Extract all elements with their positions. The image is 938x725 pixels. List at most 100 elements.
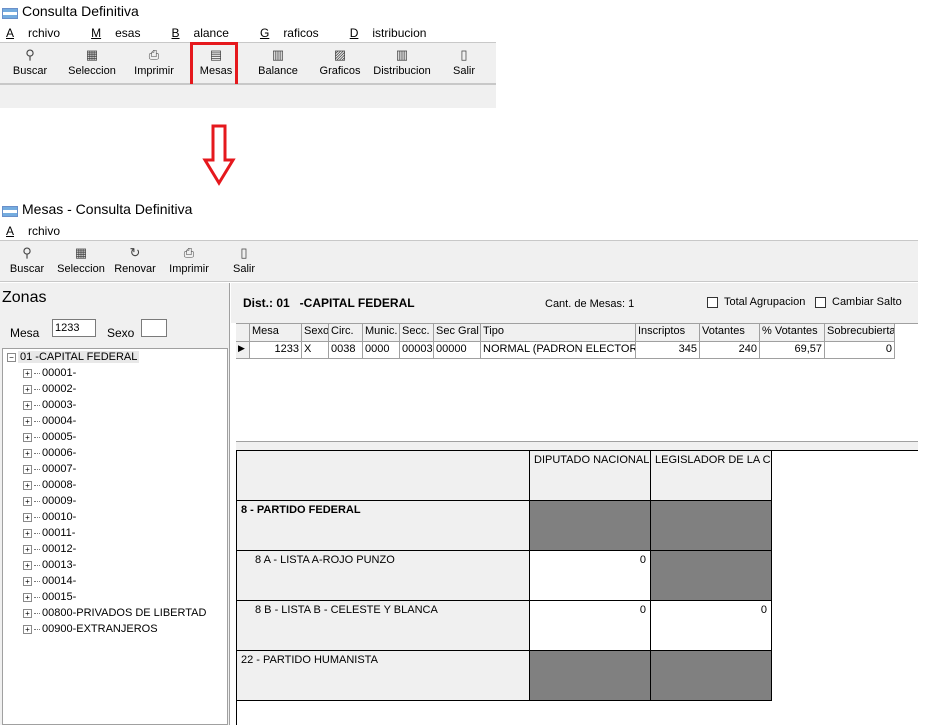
checkbox-icon[interactable] [707, 296, 718, 308]
tree-item[interactable]: +00010- [23, 511, 76, 523]
menu-archivo[interactable]: Archivo [6, 26, 74, 40]
expand-icon[interactable]: + [23, 464, 32, 474]
row-selector[interactable]: ▶ [236, 342, 250, 359]
expand-icon[interactable]: + [23, 576, 32, 586]
menu-graficos[interactable]: Graficos [260, 26, 333, 40]
tree-item[interactable]: +00001- [23, 367, 76, 379]
results-corner-cell [237, 451, 530, 501]
expand-icon[interactable]: + [23, 496, 32, 506]
column-header[interactable]: Munic. [363, 324, 400, 342]
toolbar-salir-button[interactable]: ▯ Salir [448, 43, 480, 79]
column-header[interactable]: Votantes [700, 324, 760, 342]
results-value-cell[interactable]: 0 [651, 601, 772, 651]
sexo-input[interactable] [141, 319, 167, 337]
mesas-window-title: Mesas - Consulta Definitiva [2, 201, 192, 217]
tree-item[interactable]: +00900-EXTRANJEROS [23, 623, 158, 635]
column-header[interactable]: Circ. [329, 324, 363, 342]
mesa-input[interactable] [52, 319, 96, 337]
table-cell[interactable]: 69,57 [760, 342, 825, 359]
toolbar-balance-button[interactable]: ▥ Balance [254, 43, 302, 79]
toolbar-renovar-button[interactable]: ↻ Renovar [112, 241, 158, 277]
results-value-cell[interactable]: 0 [530, 551, 651, 601]
toolbar-imprimir-button[interactable]: ⎙ Imprimir [130, 43, 178, 79]
tree-item[interactable]: +00800-PRIVADOS DE LIBERTAD [23, 607, 206, 619]
column-header[interactable]: Mesa [250, 324, 302, 342]
table-cell[interactable]: 0000 [363, 342, 400, 359]
toolbar-distribucion-button[interactable]: ▥ Distribucion [372, 43, 432, 79]
expand-icon[interactable]: + [23, 384, 32, 394]
table-cell[interactable]: NORMAL (PADRON ELECTORAL [481, 342, 636, 359]
table-cell[interactable]: 00000 [434, 342, 481, 359]
printer-icon: ⎙ [183, 245, 195, 260]
column-header[interactable]: % Votantes [760, 324, 825, 342]
expand-icon[interactable]: + [23, 416, 32, 426]
column-header[interactable]: Sexo [302, 324, 329, 342]
expand-icon[interactable]: + [23, 512, 32, 522]
toolbar-buscar-button[interactable]: ⚲ Buscar [6, 241, 48, 277]
toolbar-graficos-button[interactable]: ▨ Graficos [316, 43, 364, 79]
expand-icon[interactable]: + [23, 480, 32, 490]
menu-mesas[interactable]: Mesas [91, 26, 154, 40]
column-header[interactable]: Inscriptos [636, 324, 700, 342]
cambiar-salto-checkbox[interactable]: Cambiar Salto [815, 296, 902, 308]
tree-item[interactable]: +00003- [23, 399, 76, 411]
tree-item[interactable]: +00012- [23, 543, 76, 555]
results-value-cell[interactable] [530, 651, 651, 701]
tree-connector [34, 500, 40, 502]
top-menubar: Archivo Mesas Balance Graficos Distribuc… [6, 26, 454, 40]
column-header[interactable]: Sec Gral [434, 324, 481, 342]
tree-item[interactable]: +00008- [23, 479, 76, 491]
expand-icon[interactable]: + [23, 368, 32, 378]
tree-item[interactable]: +00013- [23, 559, 76, 571]
column-header[interactable]: Sobrecubierta [825, 324, 895, 342]
column-header[interactable]: Secc. [400, 324, 434, 342]
expand-icon[interactable]: + [23, 544, 32, 554]
tree-item[interactable]: +00015- [23, 591, 76, 603]
column-header[interactable]: Tipo [481, 324, 636, 342]
tree-connector [34, 452, 40, 454]
table-cell[interactable]: 1233 [250, 342, 302, 359]
table-cell[interactable]: 00003 [400, 342, 434, 359]
tree-item[interactable]: +00014- [23, 575, 76, 587]
tree-root-capital-federal[interactable]: −01 -CAPITAL FEDERAL [7, 351, 140, 363]
tree-item[interactable]: +00002- [23, 383, 76, 395]
tree-item[interactable]: +00011- [23, 527, 75, 539]
checkbox-icon[interactable] [815, 296, 826, 308]
menu-balance[interactable]: Balance [172, 26, 243, 40]
toolbar-seleccion-button[interactable]: ▦ Seleccion [64, 43, 120, 79]
results-value-cell[interactable]: 0 [530, 601, 651, 651]
results-value-cell[interactable] [651, 551, 772, 601]
tree-item[interactable]: +00004- [23, 415, 76, 427]
expand-icon[interactable]: + [23, 592, 32, 602]
collapse-icon[interactable]: − [7, 352, 16, 362]
table-cell[interactable]: 240 [700, 342, 760, 359]
results-value-cell[interactable] [651, 501, 772, 551]
total-agrupacion-checkbox[interactable]: Total Agrupacion [707, 296, 805, 308]
expand-icon[interactable]: + [23, 528, 32, 538]
toolbar-imprimir-button[interactable]: ⎙ Imprimir [166, 241, 212, 277]
table-cell[interactable]: 345 [636, 342, 700, 359]
results-value-cell[interactable] [530, 501, 651, 551]
table-cell[interactable]: X [302, 342, 329, 359]
expand-icon[interactable]: + [23, 400, 32, 410]
toolbar-salir-button[interactable]: ▯ Salir [228, 241, 260, 277]
tree-connector [34, 372, 40, 374]
results-value-cell[interactable] [651, 651, 772, 701]
tree-item[interactable]: +00009- [23, 495, 76, 507]
tree-connector [34, 580, 40, 582]
tree-item[interactable]: +00005- [23, 431, 76, 443]
tree-item[interactable]: +00006- [23, 447, 76, 459]
menu-archivo[interactable]: Archivo [6, 224, 74, 238]
table-cell[interactable]: 0 [825, 342, 895, 359]
menu-distribucion[interactable]: Distribucion [350, 26, 441, 40]
results-grid: DIPUTADO NACIONAL LEGISLADOR DE LA CI 8 … [236, 450, 918, 725]
toolbar-buscar-button[interactable]: ⚲ Buscar [8, 43, 52, 79]
expand-icon[interactable]: + [23, 608, 32, 618]
expand-icon[interactable]: + [23, 448, 32, 458]
expand-icon[interactable]: + [23, 624, 32, 634]
tree-item[interactable]: +00007- [23, 463, 76, 475]
toolbar-seleccion-button[interactable]: ▦ Seleccion [54, 241, 108, 277]
table-cell[interactable]: 0038 [329, 342, 363, 359]
expand-icon[interactable]: + [23, 432, 32, 442]
expand-icon[interactable]: + [23, 560, 32, 570]
